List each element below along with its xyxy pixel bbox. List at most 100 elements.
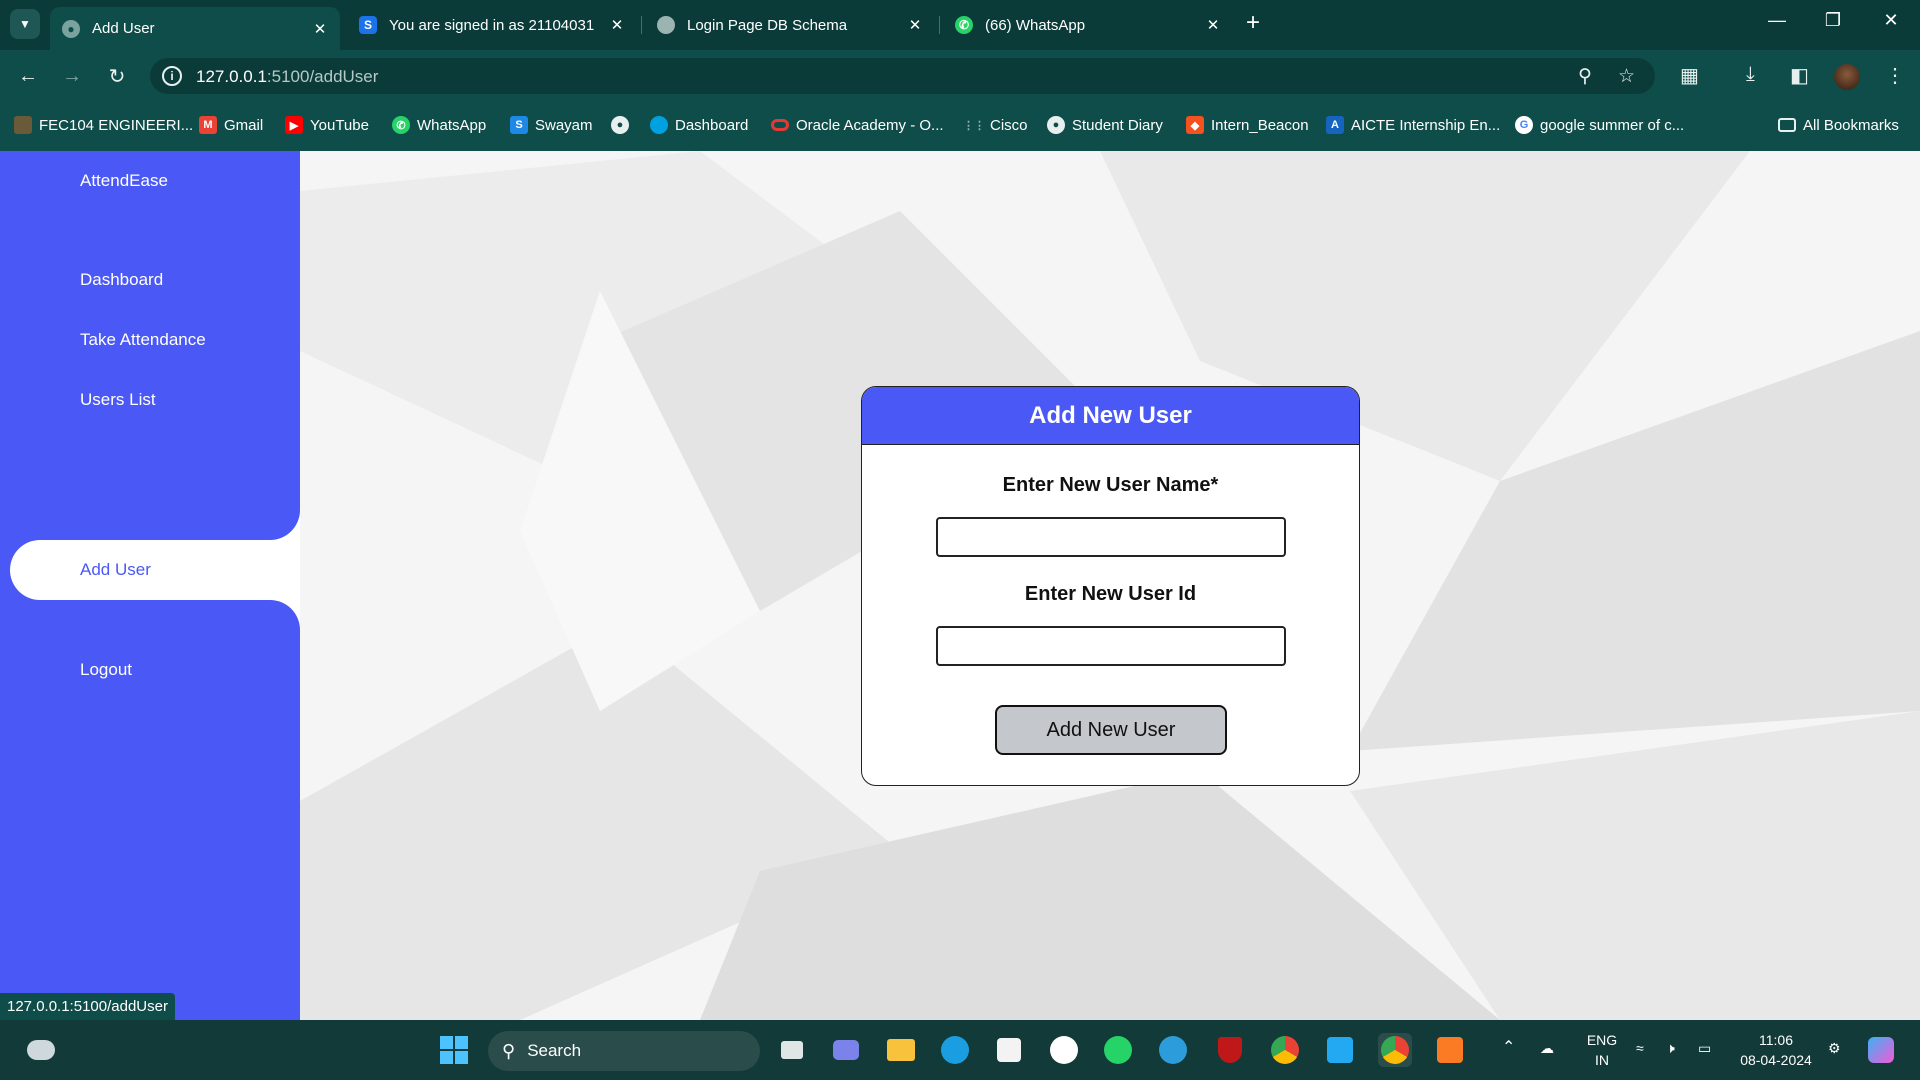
- user-id-input[interactable]: [936, 626, 1286, 666]
- bookmark-item[interactable]: Dashboard: [650, 114, 748, 136]
- bookmark-item[interactable]: Ggoogle summer of c...: [1515, 114, 1684, 136]
- user-name-input[interactable]: [936, 517, 1286, 557]
- mcafee-icon[interactable]: [1213, 1033, 1247, 1067]
- task-view-icon[interactable]: [775, 1033, 809, 1067]
- globe-icon: ●: [1047, 116, 1065, 134]
- chrome-icon[interactable]: [1268, 1033, 1302, 1067]
- add-new-user-button[interactable]: Add New User: [995, 705, 1227, 755]
- bookmark-item[interactable]: ●: [611, 114, 636, 136]
- file-explorer-icon[interactable]: [884, 1033, 918, 1067]
- close-icon[interactable]: ✕: [308, 20, 332, 38]
- youtube-icon: ▶: [285, 116, 303, 134]
- close-window-icon[interactable]: ✕: [1876, 10, 1906, 31]
- tab-whatsapp[interactable]: ✆ (66) WhatsApp ✕: [943, 7, 1233, 43]
- cisco-icon: ⋮⋮: [963, 119, 985, 132]
- chrome-active-icon[interactable]: [1378, 1033, 1412, 1067]
- tab-search-button[interactable]: ▼: [10, 9, 40, 39]
- aicte-icon: A: [1326, 116, 1344, 134]
- forward-icon[interactable]: →: [58, 62, 86, 90]
- bookmark-item[interactable]: ⋮⋮ Cisco: [963, 114, 1028, 136]
- download-icon[interactable]: ⤓: [1746, 63, 1755, 86]
- tab-db-schema[interactable]: Login Page DB Schema ✕: [645, 7, 935, 43]
- tab-label: (66) WhatsApp: [985, 16, 1086, 34]
- tab-add-user[interactable]: ● Add User ✕: [50, 7, 340, 50]
- globe-icon: ●: [62, 19, 80, 38]
- github-desktop-icon[interactable]: [1047, 1033, 1081, 1067]
- search-placeholder: Search: [527, 1041, 582, 1060]
- new-tab-button[interactable]: +: [1246, 11, 1260, 35]
- salesforce-cloud-icon: [650, 116, 668, 134]
- s-app-icon: S: [359, 16, 377, 34]
- tab-separator: [641, 16, 642, 34]
- chevron-down-icon: ▼: [19, 17, 31, 31]
- bookmark-item[interactable]: A AICTE Internship En...: [1326, 114, 1500, 136]
- wifi-icon[interactable]: ≈: [1636, 1038, 1644, 1058]
- back-icon[interactable]: ←: [14, 62, 42, 90]
- avatar[interactable]: [1834, 64, 1860, 90]
- extensions-icon[interactable]: ▦: [1680, 63, 1699, 88]
- bookmark-item[interactable]: FEC104 ENGINEERI...: [14, 114, 193, 136]
- taskbar-search[interactable]: ⚲ Search: [488, 1031, 760, 1071]
- restore-icon[interactable]: ❐: [1818, 10, 1848, 31]
- weather-icon[interactable]: [24, 1033, 58, 1067]
- vscode-icon[interactable]: [1323, 1033, 1357, 1067]
- sidebar-item-users-list[interactable]: Users List: [0, 370, 300, 430]
- add-user-form-card: Add New User Enter New User Name* Enter …: [861, 386, 1360, 786]
- site-info-icon[interactable]: i: [162, 66, 182, 86]
- meet-icon[interactable]: [829, 1033, 863, 1067]
- close-icon[interactable]: ✕: [605, 16, 629, 34]
- reload-icon[interactable]: ↻: [103, 62, 131, 90]
- bookmark-item[interactable]: Oracle Academy - O...: [771, 114, 944, 136]
- volume-muted-icon[interactable]: 🕨: [1666, 1038, 1675, 1058]
- help-icon[interactable]: [1156, 1033, 1190, 1067]
- sidebar-item-logout[interactable]: Logout: [0, 640, 300, 700]
- windows-start-icon[interactable]: [437, 1033, 471, 1067]
- close-icon[interactable]: ✕: [1201, 16, 1225, 34]
- xampp-icon[interactable]: [1433, 1033, 1467, 1067]
- bookmark-item[interactable]: ✆ WhatsApp: [392, 114, 486, 136]
- address-bar[interactable]: i 127.0.0.1:5100/addUser ⚲ ☆: [150, 58, 1655, 94]
- language-indicator[interactable]: ENG IN: [1582, 1030, 1622, 1070]
- search-icon: ⚲: [502, 1040, 516, 1061]
- sidebar-item-dashboard[interactable]: Dashboard: [0, 250, 300, 310]
- clock[interactable]: 11:06 08-04-2024: [1736, 1030, 1816, 1070]
- form-title: Add New User: [862, 387, 1359, 445]
- college-icon: [14, 116, 32, 134]
- all-bookmarks[interactable]: All Bookmarks: [1778, 114, 1899, 136]
- bookmark-item[interactable]: ◆ Intern_Beacon: [1186, 114, 1309, 136]
- bookmark-item[interactable]: ▶ YouTube: [285, 114, 369, 136]
- store-icon[interactable]: [992, 1033, 1026, 1067]
- user-name-label: Enter New User Name*: [1002, 474, 1219, 496]
- oracle-icon: [771, 119, 789, 131]
- bookmark-item[interactable]: S Swayam: [510, 114, 593, 136]
- onedrive-icon[interactable]: ☁: [1540, 1038, 1554, 1058]
- globe-icon: ●: [611, 116, 629, 134]
- notification-bell-icon[interactable]: ⚙: [1828, 1038, 1841, 1058]
- star-icon[interactable]: ☆: [1618, 65, 1635, 88]
- whatsapp-icon[interactable]: [1101, 1033, 1135, 1067]
- minimize-icon[interactable]: —: [1762, 10, 1792, 31]
- edge-icon[interactable]: [938, 1033, 972, 1067]
- active-curve-bottom: [0, 600, 300, 630]
- bookmarks-bar: FEC104 ENGINEERI... M Gmail ▶ YouTube ✆ Wha…: [0, 100, 1920, 151]
- url-text[interactable]: 127.0.0.1:5100/addUser: [196, 67, 378, 87]
- bookmark-item[interactable]: M Gmail: [199, 114, 263, 136]
- chatgpt-icon: [657, 16, 675, 34]
- close-icon[interactable]: ✕: [903, 16, 927, 34]
- browser-toolbar: ← → ↻ i 127.0.0.1:5100/addUser ⚲ ☆ ▦ ⤓ ◧…: [0, 50, 1920, 100]
- sidebar-item-add-user[interactable]: Add User: [10, 540, 300, 600]
- tray-chevron-icon[interactable]: ⌃: [1502, 1038, 1515, 1058]
- tab-label: Add User: [92, 20, 155, 37]
- battery-icon[interactable]: ▭: [1698, 1038, 1711, 1058]
- status-bar-url: 127.0.0.1:5100/addUser: [0, 993, 175, 1020]
- tab-signed-in[interactable]: S You are signed in as 21104031 ✕: [347, 7, 637, 43]
- side-panel-icon[interactable]: ◧: [1790, 63, 1809, 88]
- menu-icon[interactable]: ⋮: [1885, 63, 1905, 88]
- swayam-icon: S: [510, 116, 528, 134]
- zoom-icon[interactable]: ⚲: [1578, 65, 1592, 88]
- copilot-icon[interactable]: [1864, 1033, 1898, 1067]
- tab-label: Login Page DB Schema: [687, 16, 848, 34]
- bookmark-item[interactable]: ● Student Diary: [1047, 114, 1163, 136]
- sidebar-item-take-attendance[interactable]: Take Attendance: [0, 310, 300, 370]
- google-icon: G: [1515, 116, 1533, 134]
